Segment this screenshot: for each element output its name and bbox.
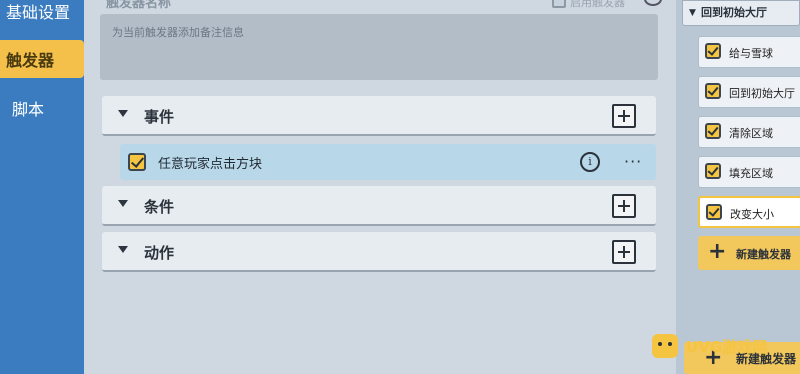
trigger-enabled-checkbox[interactable] <box>705 83 721 99</box>
editor-window: 基础设置 触发器 脚本 触发器名称 启用触发器 为当前触发器添加备注信息 事件 … <box>0 0 800 374</box>
trigger-item-label: 给与雪球 <box>729 47 773 60</box>
actions-label: 动作 <box>144 244 175 262</box>
eye-icon[interactable] <box>644 0 662 6</box>
watermark: UVG游戏网 <box>648 332 788 362</box>
trigger-group-title: 回到初始大厅 <box>701 6 767 19</box>
caret-down-icon[interactable] <box>118 200 128 207</box>
sidebar-item-basic-settings[interactable]: 基础设置 <box>0 0 84 22</box>
trigger-item-label: 改变大小 <box>730 208 774 221</box>
new-trigger-button[interactable]: + 新建触发器 <box>698 236 800 270</box>
note-placeholder: 为当前触发器添加备注信息 <box>112 26 244 39</box>
trigger-item-label: 回到初始大厅 <box>729 87 795 100</box>
trigger-editor-panel: 触发器名称 启用触发器 为当前触发器添加备注信息 事件 任意玩家点击方块 i ·… <box>90 0 668 374</box>
more-options-icon[interactable]: ··· <box>624 152 642 171</box>
trigger-enabled-checkbox[interactable] <box>705 123 721 139</box>
trigger-list-item[interactable]: 清除区域 <box>698 116 800 148</box>
events-label: 事件 <box>144 108 175 126</box>
trigger-item-label: 清除区域 <box>729 127 773 140</box>
trigger-list-item[interactable]: 填充区域 <box>698 156 800 188</box>
sidebar-item-scripts[interactable]: 脚本 <box>0 92 84 124</box>
robot-logo-icon <box>652 334 678 358</box>
caret-down-icon[interactable] <box>118 246 128 253</box>
trigger-enabled-checkbox[interactable] <box>705 163 721 179</box>
conditions-label: 条件 <box>144 198 175 216</box>
trigger-list-item-selected[interactable]: 改变大小 <box>698 196 800 228</box>
trigger-enabled-checkbox[interactable] <box>705 43 721 59</box>
add-action-button[interactable] <box>612 240 636 264</box>
actions-section-header[interactable]: 动作 <box>102 232 656 272</box>
event-enabled-checkbox[interactable] <box>128 153 146 171</box>
trigger-group-header[interactable]: ▼ 回到初始大厅 <box>682 0 800 26</box>
sidebar-item-triggers[interactable]: 触发器 <box>0 40 84 78</box>
event-item[interactable]: 任意玩家点击方块 i ··· <box>120 144 656 180</box>
trigger-list-item[interactable]: 给与雪球 <box>698 36 800 68</box>
trigger-item-label: 填充区域 <box>729 167 773 180</box>
trigger-name-heading: 触发器名称 <box>106 0 172 11</box>
conditions-section-header[interactable]: 条件 <box>102 186 656 226</box>
trigger-list-item[interactable]: 回到初始大厅 <box>698 76 800 108</box>
info-icon[interactable]: i <box>580 152 600 172</box>
enable-trigger-checkbox[interactable] <box>552 0 566 8</box>
event-item-label: 任意玩家点击方块 <box>158 157 263 172</box>
watermark-text: UVG游戏网 <box>686 338 768 356</box>
new-trigger-label: 新建触发器 <box>736 248 791 261</box>
caret-down-icon[interactable]: ▼ <box>689 8 696 18</box>
trigger-list-panel: ▼ 回到初始大厅 给与雪球 回到初始大厅 清除区域 填充区域 改变大小 + 新建… <box>676 0 800 374</box>
add-condition-button[interactable] <box>612 194 636 218</box>
events-section-header[interactable]: 事件 <box>102 96 656 136</box>
add-event-button[interactable] <box>612 104 636 128</box>
trigger-enabled-checkbox[interactable] <box>706 204 722 220</box>
caret-down-icon[interactable] <box>118 110 128 117</box>
enable-trigger-label: 启用触发器 <box>570 0 625 9</box>
sidebar: 基础设置 触发器 脚本 <box>0 0 84 374</box>
note-textarea[interactable]: 为当前触发器添加备注信息 <box>100 14 658 80</box>
plus-icon: + <box>708 239 727 264</box>
